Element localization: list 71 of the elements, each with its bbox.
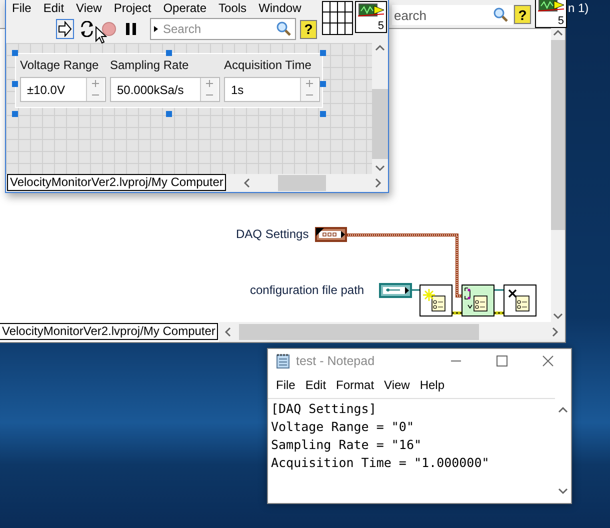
terminal-label: configuration file path	[250, 283, 364, 297]
selection-handle[interactable]	[320, 111, 326, 117]
vi-icon[interactable]: 5	[535, 0, 567, 28]
run-continuously-icon	[79, 21, 95, 37]
open-config-node[interactable]	[420, 284, 452, 316]
menu-item[interactable]: Edit	[37, 0, 70, 14]
menu-item[interactable]: Operate	[157, 0, 213, 14]
selection-handle[interactable]	[12, 81, 18, 87]
cluster-terminal[interactable]	[315, 227, 347, 242]
run-icon	[57, 21, 73, 37]
vertical-scrollbar[interactable]	[551, 28, 565, 322]
help-button[interactable]: ?	[514, 5, 531, 24]
search-icon	[493, 7, 509, 23]
text-line: Acquisition Time = "1.000000"	[271, 454, 490, 472]
window-title: n 1)	[568, 1, 589, 15]
decrement-button[interactable]	[201, 89, 218, 101]
text-line: Voltage Range = "0"	[271, 418, 415, 436]
increment-button[interactable]	[201, 78, 218, 89]
wire	[450, 312, 506, 314]
close-config-node[interactable]	[504, 284, 536, 316]
numeric-control[interactable]: ±10.0V	[20, 77, 106, 102]
menu-item[interactable]: File	[271, 378, 300, 392]
run-button[interactable]	[56, 19, 74, 39]
cursor-icon	[95, 26, 107, 44]
search-field[interactable]: Search	[150, 18, 296, 40]
write-config-node[interactable]	[462, 284, 494, 316]
menu-item[interactable]: Project	[108, 0, 158, 14]
run-continuously-button[interactable]	[78, 19, 96, 39]
selection-handle[interactable]	[166, 50, 172, 56]
increment-button[interactable]	[87, 78, 104, 89]
notepad-icon	[276, 353, 290, 369]
menu-item[interactable]: File	[6, 0, 38, 14]
selection-handle[interactable]	[320, 50, 326, 56]
text-line: Sampling Rate = "16"	[271, 436, 423, 454]
decrement-button[interactable]	[87, 89, 104, 101]
menu-item[interactable]: View	[70, 0, 108, 14]
window-title: test - Notepad	[296, 354, 376, 368]
numeric-control[interactable]: 50.000kSa/s	[110, 77, 220, 102]
abort-icon	[101, 21, 117, 37]
selection-handle[interactable]	[320, 81, 326, 87]
menu-item[interactable]: Help	[414, 378, 450, 392]
selection-handle[interactable]	[12, 50, 18, 56]
status-bar: VelocityMonitorVer2.lvproj/My Computer	[0, 323, 218, 340]
terminal-label: DAQ Settings	[236, 227, 309, 241]
control-label: Voltage Range	[20, 58, 100, 74]
menu-item[interactable]: Tools	[212, 0, 253, 14]
menu-item[interactable]: Format	[331, 378, 380, 392]
horizontal-scrollbar[interactable]	[238, 174, 388, 192]
connector-number: 5	[378, 21, 384, 32]
control-label: Sampling Rate	[110, 58, 190, 74]
search-field[interactable]: earch	[392, 5, 513, 25]
pause-icon	[123, 21, 139, 37]
path-terminal[interactable]	[379, 283, 412, 298]
numeric-control[interactable]: 1s	[224, 77, 320, 102]
menu-item[interactable]: View	[379, 378, 415, 392]
text-line: [DAQ Settings]	[271, 400, 378, 418]
menu-item[interactable]: Edit	[300, 378, 332, 392]
vi-icon[interactable]: 5	[355, 1, 387, 33]
decrement-button[interactable]	[301, 89, 318, 101]
increment-button[interactable]	[301, 78, 318, 89]
menu-item[interactable]: Window	[252, 0, 308, 14]
help-button[interactable]: ?	[300, 20, 317, 38]
status-bar: VelocityMonitorVer2.lvproj/My Computer	[7, 174, 226, 191]
connector-pane-icon[interactable]	[322, 1, 353, 35]
connector-number: 5	[558, 16, 564, 27]
selection-handle[interactable]	[166, 111, 172, 117]
settings-cluster[interactable]: Voltage Range Sampling Rate Acquisition Time ±10.0V 50.000kSa/s 1s	[15, 53, 323, 108]
horizontal-scrollbar[interactable]	[219, 322, 565, 342]
control-label: Acquisition Time	[224, 58, 312, 74]
selection-handle[interactable]	[12, 111, 18, 117]
search-icon	[276, 21, 292, 37]
